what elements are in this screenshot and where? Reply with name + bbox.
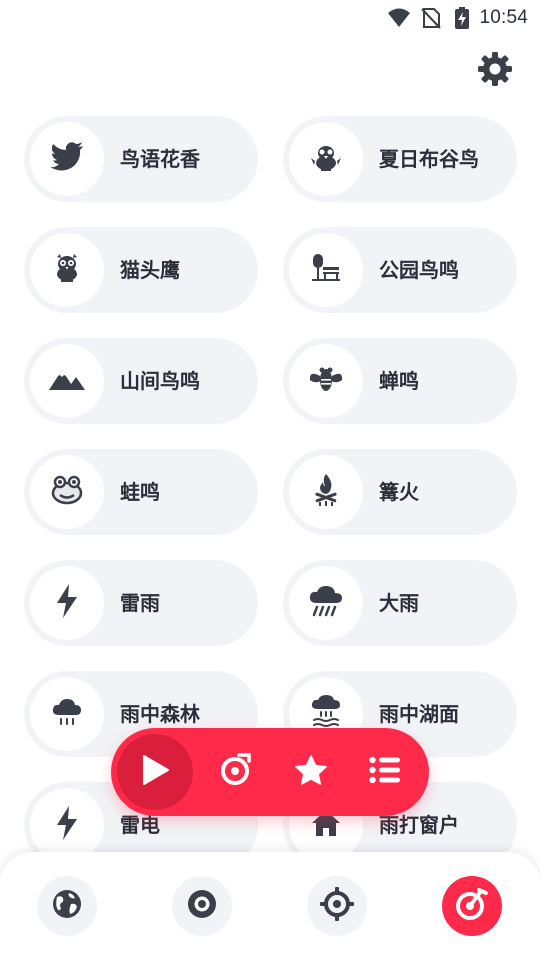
sound-label: 蝉鸣	[379, 369, 419, 393]
frog-icon	[50, 475, 84, 509]
card-icon-wrap	[289, 455, 363, 529]
wifi-icon	[387, 7, 411, 29]
music-note-icon	[455, 887, 489, 925]
sound-label: 山间鸟鸣	[120, 369, 200, 393]
twitter-bird-icon	[50, 142, 84, 176]
globe-icon	[51, 888, 83, 924]
park-bench-icon	[311, 254, 341, 286]
mountain-icon	[49, 368, 85, 394]
sound-label: 雷雨	[120, 591, 160, 615]
nav-explore-button[interactable]	[37, 876, 97, 936]
sound-label: 猫头鹰	[120, 258, 180, 282]
status-time: 10:54	[479, 7, 528, 28]
sound-card-frog[interactable]: 蛙鸣	[24, 449, 258, 535]
timer-icon	[218, 753, 252, 791]
sound-card-cicada[interactable]: 蝉鸣	[283, 338, 517, 424]
favorites-button[interactable]	[291, 752, 331, 792]
card-icon-wrap	[289, 233, 363, 307]
no-sim-icon	[421, 7, 445, 29]
sound-card-owl[interactable]: 猫头鹰	[24, 227, 258, 313]
status-bar: 10:54	[0, 0, 540, 36]
target-icon	[320, 887, 354, 925]
owl-icon	[52, 253, 82, 287]
player-bar	[111, 728, 429, 816]
card-icon-wrap	[289, 344, 363, 418]
card-icon-wrap	[30, 566, 104, 640]
card-icon-wrap	[289, 122, 363, 196]
gear-icon	[477, 51, 513, 91]
play-button[interactable]	[117, 734, 193, 810]
card-icon-wrap	[289, 566, 363, 640]
sound-label: 公园鸟鸣	[379, 258, 459, 282]
sound-card-heavy-rain[interactable]: 大雨	[283, 560, 517, 646]
sound-card-cuckoo[interactable]: 夏日布谷鸟	[283, 116, 517, 202]
sound-label: 大雨	[379, 591, 419, 615]
battery-charging-icon	[455, 7, 470, 29]
sound-card-thunderstorm[interactable]: 雷雨	[24, 560, 258, 646]
playlist-button[interactable]	[365, 752, 405, 792]
card-icon-wrap	[30, 233, 104, 307]
card-icon-wrap	[30, 788, 104, 862]
timer-button[interactable]	[215, 752, 255, 792]
card-icon-wrap	[30, 455, 104, 529]
card-icon-wrap	[30, 344, 104, 418]
card-icon-wrap	[30, 677, 104, 751]
list-icon	[369, 756, 401, 788]
sound-label: 鸟语花香	[120, 147, 200, 171]
bottom-navigation	[0, 852, 540, 960]
sound-label: 篝火	[379, 480, 419, 504]
nav-focus-button[interactable]	[307, 876, 367, 936]
nav-mix-button[interactable]	[442, 876, 502, 936]
play-icon	[140, 754, 170, 790]
star-icon	[295, 755, 327, 789]
lightning-icon	[55, 584, 79, 622]
sound-label: 蛙鸣	[120, 480, 160, 504]
campfire-icon	[311, 474, 341, 510]
cicada-icon	[309, 366, 343, 396]
sound-card-park[interactable]: 公园鸟鸣	[283, 227, 517, 313]
card-icon-wrap	[30, 122, 104, 196]
status-icons: 10:54	[387, 6, 528, 30]
heavy-rain-icon	[309, 585, 343, 621]
sound-card-campfire[interactable]: 篝火	[283, 449, 517, 535]
rain-cloud-icon	[52, 698, 82, 730]
sound-card-mountain[interactable]: 山间鸟鸣	[24, 338, 258, 424]
disc-icon	[186, 888, 218, 924]
lightning-icon	[55, 806, 79, 844]
settings-button[interactable]	[476, 52, 514, 90]
sound-card-birdsong[interactable]: 鸟语花香	[24, 116, 258, 202]
sound-label: 夏日布谷鸟	[379, 147, 479, 171]
nav-sounds-button[interactable]	[172, 876, 232, 936]
cuckoo-bird-icon	[311, 142, 341, 176]
